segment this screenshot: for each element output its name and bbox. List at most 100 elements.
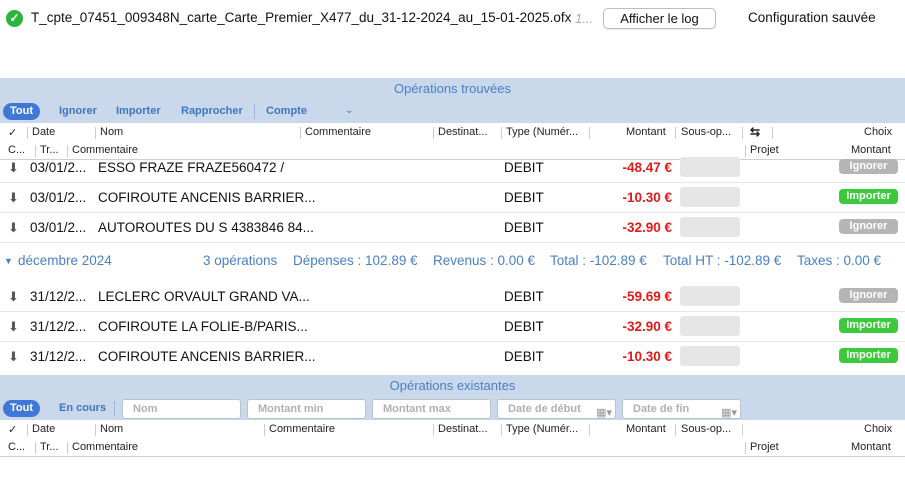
choice-ignore-button[interactable]: Ignorer [839,288,898,303]
col-divider [589,127,590,139]
row-date: 03/01/2... [30,160,87,175]
choice-import-button[interactable]: Importer [839,318,898,333]
col-check[interactable]: ✓ [8,126,17,139]
col-amount-2[interactable]: Montant [851,441,891,453]
row-type: DEBIT [504,289,544,304]
col-comment[interactable]: Commentaire [269,423,335,435]
col-divider [742,424,743,436]
col-choice[interactable]: Choix [864,423,892,435]
existing-filter-pending-button[interactable]: En cours [59,400,106,417]
found-section-title: Opérations trouvées [0,78,905,100]
col-choice[interactable]: Choix [864,126,892,138]
row-amount: -48.47 € [622,160,672,175]
table-row[interactable]: ⬇ 31/12/2... LECLERC ORVAULT GRAND VA...… [0,282,905,312]
amount-max-input[interactable]: Montant max [372,399,491,419]
choice-import-button[interactable]: Importer [839,189,898,204]
swap-arrows-icon[interactable]: ⇆ [750,125,760,139]
row-name: LECLERC ORVAULT GRAND VA... [98,289,310,304]
col-subop[interactable]: Sous-op... [681,423,731,435]
arrow-down-icon: ⬇ [8,289,19,304]
filter-ignore-button[interactable]: Ignorer [59,103,97,120]
table-row[interactable]: ⬇ 31/12/2... COFIROUTE LA FOLIE-B/PARIS.… [0,312,905,342]
col-divider [300,127,301,139]
account-select[interactable]: Compte [266,103,307,120]
col-amount[interactable]: Montant [626,423,666,435]
col-comment[interactable]: Commentaire [305,126,371,138]
status-text: Configuration sauvée [748,10,876,25]
table-row[interactable]: ⬇ 03/01/2... AUTOROUTES DU S 4383846 84.… [0,213,905,243]
existing-filter-bar: Tout En cours Nom Montant min Montant ma… [0,397,905,420]
group-total: Total : -102.89 € [550,253,647,268]
col-name[interactable]: Nom [100,423,123,435]
row-type: DEBIT [504,160,544,175]
group-expenses: Dépenses : 102.89 € [293,253,418,268]
filter-import-button[interactable]: Importer [116,103,161,120]
subop-field[interactable] [680,217,740,237]
row-date: 03/01/2... [30,190,87,205]
chevron-down-icon[interactable]: ⌄ [345,105,353,116]
col-divider [35,442,36,454]
existing-column-header: ✓ Date Nom Commentaire Destinat... Type … [0,421,905,457]
col-divider [433,424,434,436]
row-name: ESSO FRAZE FRAZE560472 / [98,160,285,175]
choice-import-button[interactable]: Importer [839,348,898,363]
checkmark-success-icon: ✓ [6,10,23,27]
row-date: 03/01/2... [30,220,87,235]
choice-ignore-button[interactable]: Ignorer [839,159,898,174]
arrow-down-icon: ⬇ [8,349,19,364]
col-date[interactable]: Date [32,423,55,435]
col-type[interactable]: Type (Numér... [506,126,578,138]
truncated-text: 1... [575,11,594,26]
col-tr[interactable]: Tr... [40,441,59,453]
row-amount: -32.90 € [622,319,672,334]
col-divider [264,424,265,436]
row-name: COFIROUTE LA FOLIE-B/PARIS... [98,319,308,334]
name-filter-input[interactable]: Nom [122,399,241,419]
subop-field[interactable] [680,187,740,207]
col-c[interactable]: C... [8,441,25,453]
divider [254,104,255,119]
show-log-button[interactable]: Afficher le log [603,8,716,29]
col-amount[interactable]: Montant [626,126,666,138]
col-recipient[interactable]: Destinat... [438,126,488,138]
subop-field[interactable] [680,286,740,306]
filter-all-button[interactable]: Tout [3,103,41,120]
existing-filter-all-button[interactable]: Tout [3,400,41,417]
row-name: AUTOROUTES DU S 4383846 84... [98,220,314,235]
col-divider [95,424,96,436]
calendar-icon[interactable]: ▦▾ [721,404,737,422]
subop-field[interactable] [680,157,740,177]
disclosure-triangle-icon[interactable]: ▼ [4,256,13,266]
amount-min-input[interactable]: Montant min [247,399,366,419]
row-name: COFIROUTE ANCENIS BARRIER... [98,349,316,364]
filter-reconcile-button[interactable]: Rapprocher [181,103,243,120]
col-divider [772,127,773,139]
col-date[interactable]: Date [32,126,55,138]
col-comment-2[interactable]: Commentaire [72,441,138,453]
top-bar: ✓ T_cpte_07451_009348N_carte_Carte_Premi… [0,0,905,38]
group-income: Revenus : 0.00 € [433,253,536,268]
row-amount: -59.69 € [622,289,672,304]
subop-field[interactable] [680,346,740,366]
calendar-icon[interactable]: ▦▾ [596,404,612,422]
row-type: DEBIT [504,319,544,334]
col-project[interactable]: Projet [750,441,779,453]
col-subop[interactable]: Sous-op... [681,126,731,138]
month-group-header[interactable]: ▼ décembre 2024 3 opérations Dépenses : … [0,243,905,279]
col-name[interactable]: Nom [100,126,123,138]
row-type: DEBIT [504,190,544,205]
subop-field[interactable] [680,316,740,336]
col-check[interactable]: ✓ [8,423,17,436]
end-date-input[interactable]: Date de fin ▦▾ [622,399,741,419]
table-row[interactable]: ⬇ 03/01/2... COFIROUTE ANCENIS BARRIER..… [0,183,905,213]
divider [114,401,115,416]
table-row[interactable]: ⬇ 03/01/2... ESSO FRAZE FRAZE560472 / DE… [0,153,905,183]
row-amount: -32.90 € [622,220,672,235]
row-date: 31/12/2... [30,289,87,304]
col-recipient[interactable]: Destinat... [438,423,488,435]
col-type[interactable]: Type (Numér... [506,423,578,435]
choice-ignore-button[interactable]: Ignorer [839,219,898,234]
col-divider [745,442,746,454]
start-date-input[interactable]: Date de début ▦▾ [497,399,616,419]
table-row[interactable]: ⬇ 31/12/2... COFIROUTE ANCENIS BARRIER..… [0,342,905,372]
